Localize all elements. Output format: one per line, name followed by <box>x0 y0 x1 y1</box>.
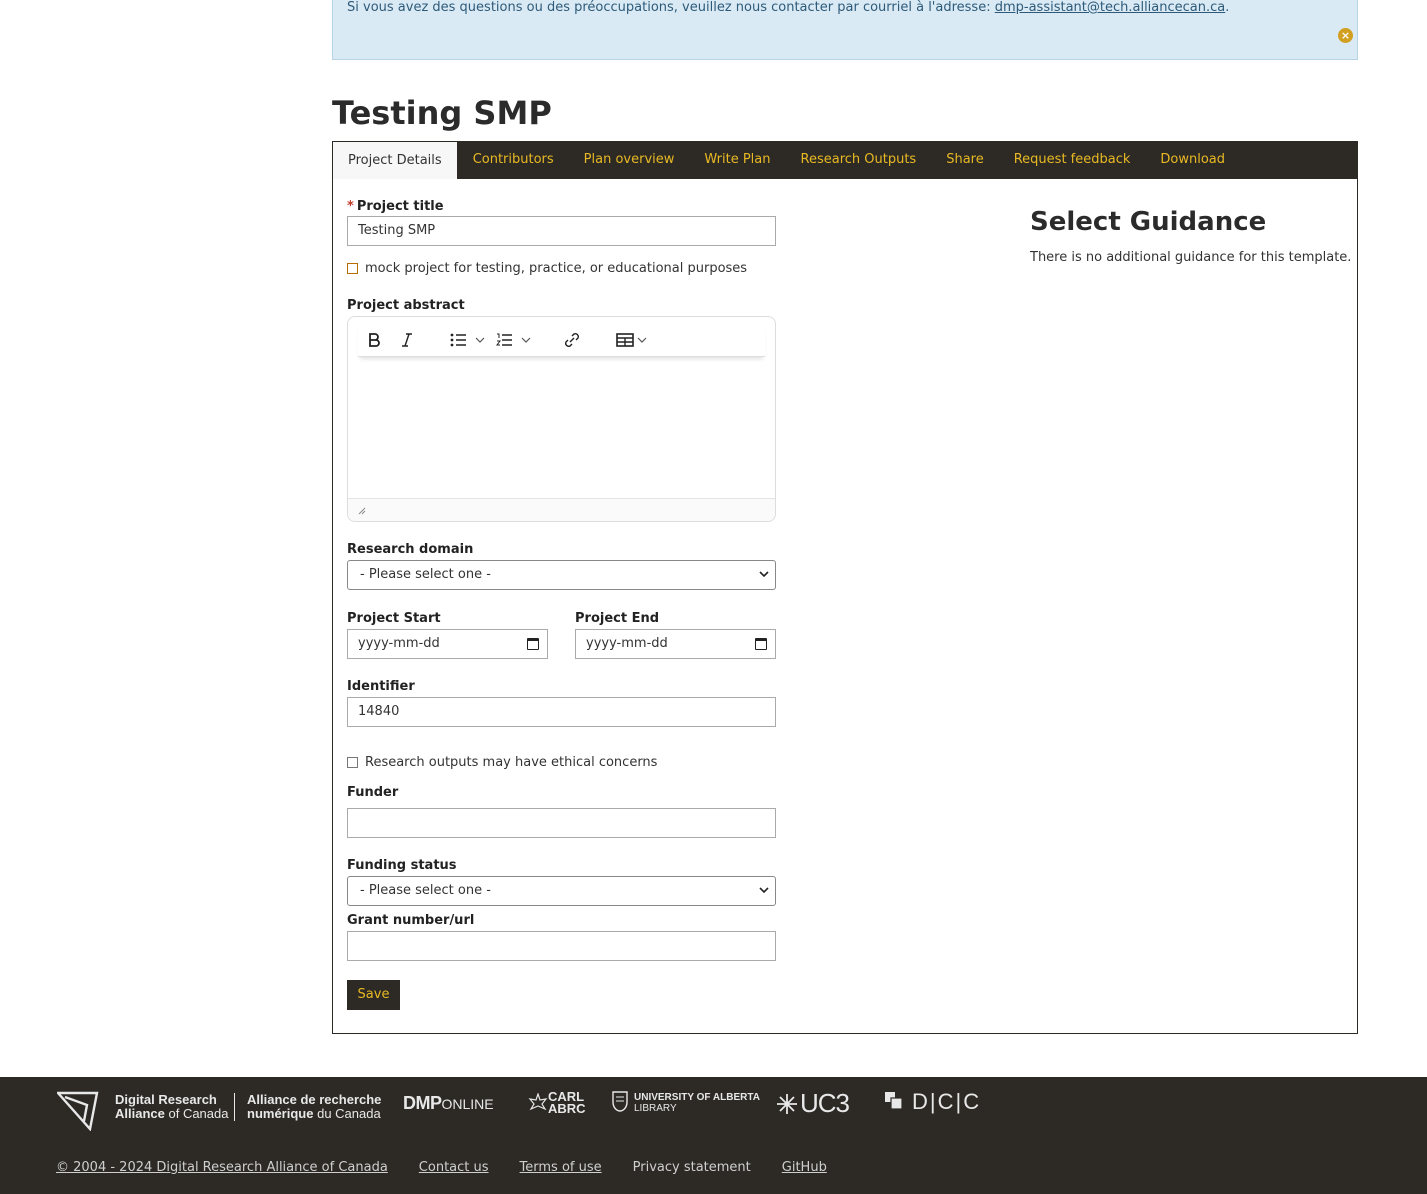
save-button[interactable]: Save <box>347 980 400 1010</box>
alliance-en-line3: of Canada <box>168 1106 229 1121</box>
tab-contributors[interactable]: Contributors <box>458 141 569 179</box>
bullet-list-icon[interactable] <box>450 329 488 351</box>
research-domain-value: - Please select one - <box>360 567 491 582</box>
funder-label: Funder <box>347 785 399 800</box>
dcc-squares-icon <box>885 1092 903 1110</box>
terms-link[interactable]: Terms of use <box>520 1160 602 1175</box>
project-title-label: * Project title <box>347 199 444 214</box>
funding-status-value: - Please select one - <box>360 883 491 898</box>
tab-share[interactable]: Share <box>931 141 999 179</box>
dcc-text: D|C|C <box>912 1089 982 1114</box>
footer: Digital Research Alliance of Canada Alli… <box>0 1077 1427 1194</box>
dmponline-logo[interactable]: DMPONLINE <box>403 1093 494 1114</box>
ualberta-library-text: LIBRARY <box>634 1103 677 1114</box>
required-mark: * <box>347 199 354 214</box>
chevron-down-icon <box>759 877 769 917</box>
footer-links: © 2004 - 2024 Digital Research Alliance … <box>56 1160 858 1175</box>
tab-request-feedback[interactable]: Request feedback <box>999 141 1146 179</box>
tab-write-plan[interactable]: Write Plan <box>689 141 785 179</box>
alert-trailing: . <box>1225 0 1230 15</box>
research-domain-select[interactable]: - Please select one - <box>347 560 776 590</box>
alliance-en-line1: Digital Research <box>115 1092 217 1107</box>
alliance-fr-line1: Alliance de recherche <box>247 1092 382 1107</box>
funding-status-label: Funding status <box>347 858 457 873</box>
project-start-placeholder: yyyy-mm-dd <box>358 636 440 651</box>
calendar-icon[interactable] <box>527 638 539 650</box>
privacy-link[interactable]: Privacy statement <box>633 1160 751 1175</box>
numbered-list-icon[interactable] <box>496 329 534 351</box>
grant-input[interactable] <box>347 931 776 961</box>
project-end-placeholder: yyyy-mm-dd <box>586 636 668 651</box>
mock-project-checkbox[interactable] <box>347 263 358 274</box>
tab-plan-overview[interactable]: Plan overview <box>569 141 690 179</box>
link-icon[interactable] <box>563 329 581 351</box>
ethical-concerns-row: Research outputs may have ethical concer… <box>347 755 657 770</box>
alliance-fr-line2: numérique <box>247 1106 314 1121</box>
resize-handle-icon[interactable] <box>358 507 366 515</box>
project-start-input[interactable]: yyyy-mm-dd <box>347 629 548 659</box>
alliance-fr-line3: du Canada <box>317 1106 381 1121</box>
bold-icon[interactable] <box>366 329 382 351</box>
calendar-icon[interactable] <box>755 638 767 650</box>
contact-link[interactable]: Contact us <box>419 1160 489 1175</box>
project-start-label: Project Start <box>347 611 441 626</box>
funder-input[interactable] <box>347 808 776 838</box>
project-title-input[interactable]: Testing SMP <box>347 216 776 246</box>
editor-toolbar <box>358 323 765 357</box>
research-domain-label: Research domain <box>347 542 474 557</box>
logo-divider <box>234 1093 235 1121</box>
uc3-burst-icon <box>777 1094 797 1114</box>
plan-tabs: Project Details Contributors Plan overvi… <box>332 141 1358 179</box>
abrc-text: ABRC <box>548 1101 586 1116</box>
project-end-label: Project End <box>575 611 660 626</box>
tab-download[interactable]: Download <box>1145 141 1240 179</box>
funding-status-select[interactable]: - Please select one - <box>347 876 776 906</box>
project-abstract-label: Project abstract <box>347 298 465 313</box>
chevron-down-icon <box>759 561 769 601</box>
guidance-title: Select Guidance <box>1030 207 1267 237</box>
project-end-input[interactable]: yyyy-mm-dd <box>575 629 776 659</box>
github-link[interactable]: GitHub <box>782 1160 827 1175</box>
ethical-concerns-label: Research outputs may have ethical concer… <box>365 755 658 770</box>
copyright-link[interactable]: © 2004 - 2024 Digital Research Alliance … <box>56 1160 388 1175</box>
tab-project-details[interactable]: Project Details <box>332 141 458 179</box>
table-icon[interactable] <box>616 329 650 351</box>
project-details-panel: * Project title Testing SMP mock project … <box>332 179 1358 1034</box>
alliance-mark-icon <box>57 1091 99 1131</box>
alliance-logo[interactable]: Digital Research Alliance of Canada Alli… <box>57 1091 381 1135</box>
mock-project-row: mock project for testing, practice, or e… <box>347 261 747 276</box>
abstract-editor <box>347 316 776 522</box>
guidance-text: There is no additional guidance for this… <box>1030 250 1352 265</box>
editor-statusbar <box>348 498 775 521</box>
info-alert: Si vous avez des questions ou des préocc… <box>332 0 1358 60</box>
dmp-text: DMP <box>403 1093 442 1113</box>
tab-research-outputs[interactable]: Research Outputs <box>786 141 932 179</box>
alert-message: Si vous avez des questions ou des préocc… <box>347 0 1229 15</box>
page-title: Testing SMP <box>332 94 552 132</box>
italic-icon[interactable] <box>400 329 414 351</box>
mock-project-label: mock project for testing, practice, or e… <box>365 261 748 276</box>
carl-maple-icon <box>528 1093 548 1111</box>
identifier-input[interactable]: 14840 <box>347 697 776 727</box>
dmp-online-text: ONLINE <box>441 1096 494 1112</box>
alert-text: Si vous avez des questions ou des préocc… <box>347 0 995 15</box>
grant-label: Grant number/url <box>347 913 475 928</box>
close-alert-icon[interactable]: × <box>1338 28 1353 43</box>
contact-email-link[interactable]: dmp-assistant@tech.alliancecan.ca <box>995 0 1226 15</box>
ualberta-text: UNIVERSITY OF ALBERTA <box>634 1092 760 1103</box>
uc3-text: UC3 <box>800 1088 850 1118</box>
ethical-concerns-checkbox[interactable] <box>347 757 358 768</box>
ualberta-crest-icon <box>612 1091 628 1112</box>
identifier-label: Identifier <box>347 679 415 694</box>
alliance-en-line2: Alliance <box>115 1106 165 1121</box>
